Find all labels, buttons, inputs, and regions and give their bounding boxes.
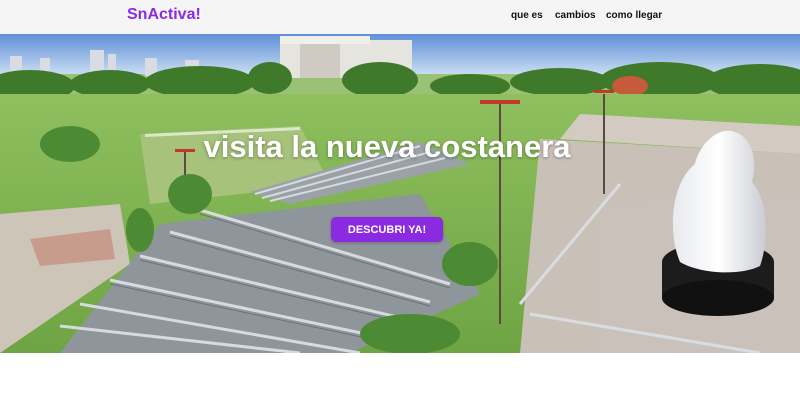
- top-navbar: SnActiva! que es cambios como llegar: [0, 0, 800, 34]
- nav-link-como-llegar[interactable]: como llegar: [606, 10, 662, 21]
- below-hero-area: [0, 353, 800, 400]
- hero-section: visita la nueva costanera DESCUBRI YA!: [0, 34, 800, 353]
- brand-logo[interactable]: SnActiva!: [127, 6, 201, 24]
- nav-link-que-es[interactable]: que es: [511, 10, 543, 21]
- nav-link-cambios[interactable]: cambios: [555, 10, 596, 21]
- descubri-ya-button[interactable]: DESCUBRI YA!: [331, 217, 443, 242]
- hero-title: visita la nueva costanera: [203, 129, 571, 164]
- hero-background-photo: [0, 34, 800, 353]
